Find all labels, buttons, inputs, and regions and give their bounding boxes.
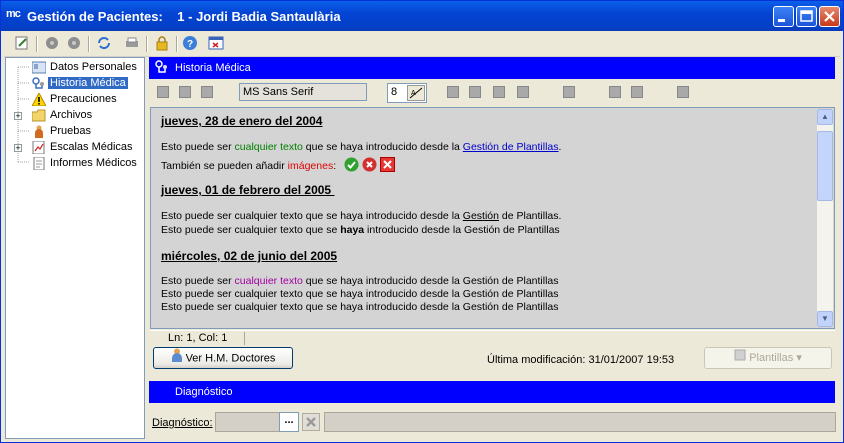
entry-line: Esto puede ser cualquier texto que se ha…: [161, 141, 562, 153]
entry-date: miércoles, 02 de junio del 2005: [161, 249, 338, 263]
chart-icon: [32, 140, 46, 155]
toolbar-separator: [88, 36, 90, 52]
font-size-value: 8: [391, 86, 398, 98]
cursor-position: Ln: 1, Col: 1: [150, 332, 245, 345]
print-icon[interactable]: [124, 35, 140, 51]
align-right-icon[interactable]: [201, 86, 213, 98]
stop-icon[interactable]: [677, 86, 689, 98]
diagnostico-header: Diagnóstico: [149, 381, 835, 403]
window-title: Gestión de Pacientes: 1 - Jordi Badia Sa…: [27, 9, 341, 24]
scroll-thumb[interactable]: [817, 131, 833, 201]
diagnostico-text-field[interactable]: [324, 412, 836, 432]
clear-diagnostico-icon[interactable]: [302, 413, 320, 431]
entry-line: También se pueden añadir imágenes:: [161, 157, 395, 175]
toolbar-separator: [146, 36, 148, 52]
delete-icon: [379, 157, 395, 175]
circle-icon[interactable]: [44, 35, 60, 51]
person-icon: [32, 125, 46, 138]
entry-line: Esto puede ser cualquier texto que se ha…: [161, 224, 560, 236]
doctor-icon: [171, 348, 183, 369]
underline-icon[interactable]: [493, 86, 505, 98]
historia-header: Historia Médica: [149, 57, 835, 79]
tree-item-datos-personales[interactable]: Datos Personales: [6, 60, 146, 76]
tree-item-label: Escalas Médicas: [50, 141, 133, 153]
italic-icon[interactable]: [469, 86, 481, 98]
document-icon: [32, 156, 46, 171]
template-icon: [734, 348, 746, 368]
maximize-button[interactable]: [796, 6, 817, 27]
check-icon: [344, 157, 359, 175]
align-center-icon[interactable]: [179, 86, 191, 98]
align-left-icon[interactable]: [157, 86, 169, 98]
toolbar-separator: [176, 36, 178, 52]
bold-icon[interactable]: [447, 86, 459, 98]
font-color-icon[interactable]: [563, 86, 575, 98]
tree-item-informes-medicos[interactable]: Informes Médicos: [6, 156, 146, 172]
tree-item-label: Datos Personales: [50, 61, 137, 73]
expand-toggle[interactable]: +: [14, 112, 22, 121]
entry-line: Esto puede ser cualquier texto que se ha…: [161, 288, 559, 300]
help-icon[interactable]: ?: [182, 35, 198, 51]
tree-item-label: Precauciones: [50, 93, 117, 105]
font-name-select[interactable]: MS Sans Serif: [239, 83, 367, 101]
strike-icon[interactable]: [517, 86, 529, 98]
tree-item-label: Pruebas: [50, 125, 91, 137]
svg-text:?: ?: [187, 39, 193, 50]
entry-date: jueves, 01 de febrero del 2005: [161, 183, 335, 197]
window-icon[interactable]: [208, 35, 224, 51]
ver-hm-doctores-button[interactable]: Ver H.M. Doctores: [153, 347, 293, 369]
entry-date: jueves, 28 de enero del 2004: [161, 114, 323, 128]
main-window: mc Gestión de Pacientes: 1 - Jordi Badia…: [0, 0, 844, 443]
font-size-select[interactable]: 8 A: [387, 83, 427, 103]
close-button[interactable]: [819, 6, 840, 27]
app-logo-icon: mc: [6, 8, 21, 20]
font-size-icon[interactable]: A: [407, 85, 425, 101]
tree-item-escalas-medicas[interactable]: + Escalas Médicas: [6, 140, 146, 156]
diagnostico-label: Diagnóstico:: [152, 417, 213, 429]
tree-item-historia-medica[interactable]: Historia Médica: [6, 76, 146, 92]
entry-line: Esto puede ser cualquier texto que se ha…: [161, 275, 559, 287]
copy-icon[interactable]: [631, 86, 643, 98]
entry-line: Esto puede ser cualquier texto que se ha…: [161, 210, 562, 222]
historia-editor[interactable]: jueves, 28 de enero del 2004 Esto puede …: [150, 107, 835, 329]
tree-item-precauciones[interactable]: Precauciones: [6, 91, 146, 108]
error-icon: [362, 157, 377, 175]
last-modified-text: Última modificación: 31/01/2007 19:53: [487, 354, 675, 366]
historia-header-label: Historia Médica: [175, 62, 251, 74]
vertical-scrollbar[interactable]: ▲ ▼: [817, 109, 833, 327]
scroll-up-icon[interactable]: ▲: [817, 109, 833, 125]
entry-line: Esto puede ser cualquier texto que se ha…: [161, 301, 559, 313]
scroll-down-icon[interactable]: ▼: [817, 311, 833, 327]
id-card-icon: [31, 61, 47, 74]
insert-image-icon[interactable]: [609, 86, 621, 98]
warning-icon: [31, 91, 47, 107]
title-bar[interactable]: mc Gestión de Pacientes: 1 - Jordi Badia…: [1, 1, 843, 31]
lock-icon[interactable]: [154, 35, 170, 51]
main-toolbar: ?: [4, 32, 840, 57]
tree-item-pruebas[interactable]: Pruebas: [6, 124, 146, 140]
tree-item-label: Informes Médicos: [50, 157, 137, 169]
diagnostico-code-field[interactable]: [215, 412, 281, 432]
edit-icon[interactable]: [14, 35, 30, 51]
editor-status-bar: Ln: 1, Col: 1: [150, 330, 835, 346]
tree-item-archivos[interactable]: + Archivos: [6, 108, 146, 124]
chevron-down-icon: ▾: [796, 352, 802, 364]
navigation-tree: Datos Personales Historia Médica Precauc…: [5, 57, 145, 439]
stethoscope-icon: [155, 60, 169, 78]
expand-toggle[interactable]: +: [14, 144, 22, 153]
refresh-icon[interactable]: [96, 35, 112, 51]
stethoscope-icon: [32, 77, 46, 90]
tree-item-label: Archivos: [50, 109, 93, 121]
folder-icon: [31, 109, 46, 122]
minimize-button[interactable]: [773, 6, 794, 27]
svg-text:A: A: [411, 90, 416, 97]
tree-item-label: Historia Médica: [48, 77, 128, 89]
plantillas-link[interactable]: Gestión de Plantillas: [463, 141, 559, 153]
diagnostico-header-label: Diagnóstico: [175, 386, 233, 398]
circle-icon[interactable]: [66, 35, 82, 51]
toolbar-separator: [36, 36, 38, 52]
browse-diagnostico-button[interactable]: ...: [279, 412, 299, 432]
plantillas-button[interactable]: Plantillas ▾: [704, 347, 832, 369]
